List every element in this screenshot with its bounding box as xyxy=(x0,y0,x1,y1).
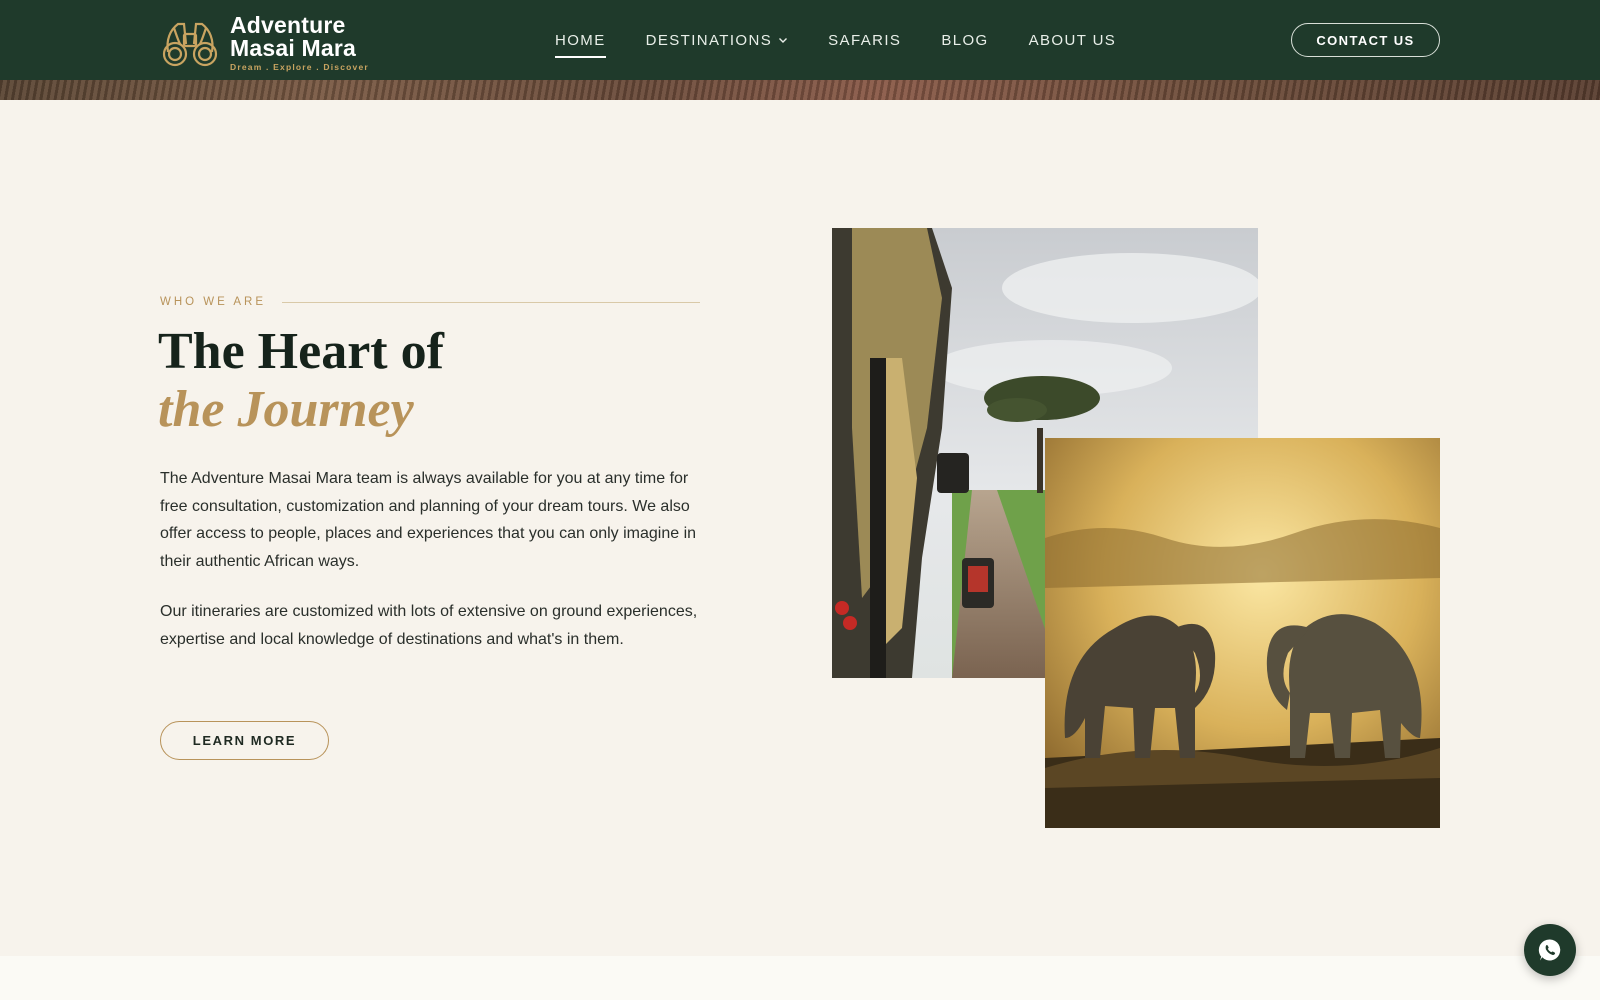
nav-destinations-label: DESTINATIONS xyxy=(645,31,773,49)
about-paragraph-1: The Adventure Masai Mara team is always … xyxy=(160,470,697,570)
site-logo[interactable]: Adventure Masai Mara Dream . Explore . D… xyxy=(160,14,369,72)
nav-destinations[interactable]: DESTINATIONS xyxy=(646,32,789,49)
next-section-band xyxy=(0,956,1600,1000)
section-eyebrow: WHO WE ARE xyxy=(160,296,267,308)
learn-more-button[interactable]: LEARN MORE xyxy=(160,721,329,760)
nav-about-us-label: ABOUT US xyxy=(1028,31,1117,49)
nav-home-label: HOME xyxy=(555,31,606,49)
about-paragraph-2: Our itineraries are customized with lots… xyxy=(160,603,698,648)
about-section: WHO WE ARE The Heart of the Journey The … xyxy=(0,100,1600,956)
whatsapp-chat-button[interactable] xyxy=(1524,924,1576,976)
brand-name-line2: Masai Mara xyxy=(230,35,357,61)
nav-home[interactable]: HOME xyxy=(555,31,606,58)
eyebrow-row: WHO WE ARE xyxy=(160,296,700,308)
nav-safaris-label: SAFARIS xyxy=(828,31,902,49)
nav-safaris[interactable]: SAFARIS xyxy=(828,32,901,49)
site-header: Adventure Masai Mara Dream . Explore . D… xyxy=(0,0,1600,80)
contact-us-button[interactable]: CONTACT US xyxy=(1291,23,1440,57)
eyebrow-divider xyxy=(282,301,700,303)
binoculars-icon xyxy=(162,22,218,66)
section-heading-line2: the Journey xyxy=(158,381,414,438)
section-heading-line1: The Heart of xyxy=(158,323,444,380)
nav-blog[interactable]: BLOG xyxy=(941,32,988,49)
nav-about-us[interactable]: ABOUT US xyxy=(1029,32,1117,49)
nav-blog-label: BLOG xyxy=(941,31,989,49)
chevron-down-icon xyxy=(779,38,788,43)
elephants-photo xyxy=(1045,438,1440,828)
brand-name-line1: Adventure xyxy=(230,12,346,38)
whatsapp-icon xyxy=(1538,939,1561,961)
main-nav: HOME DESTINATIONS SAFARIS BLOG ABOUT US xyxy=(555,0,1116,80)
brand-tagline: Dream . Explore . Discover xyxy=(230,62,369,72)
